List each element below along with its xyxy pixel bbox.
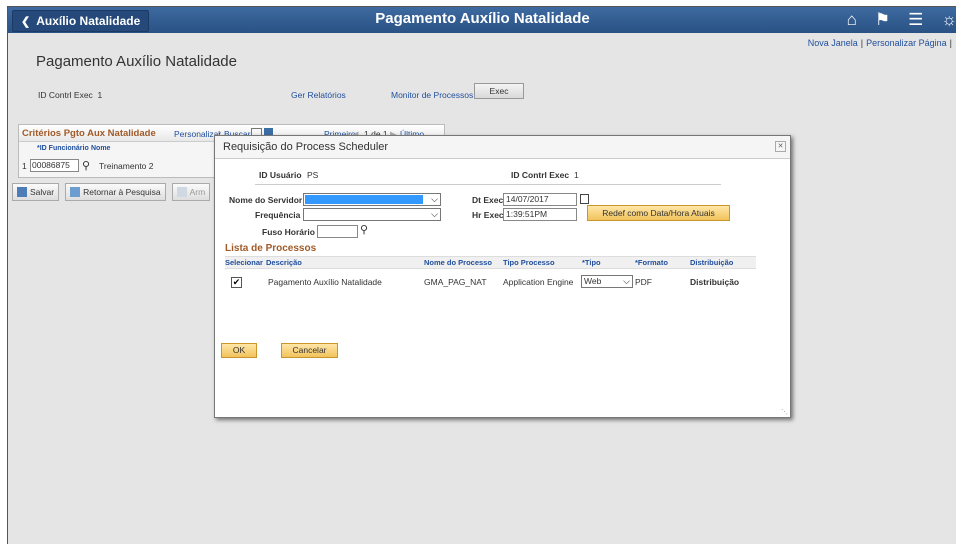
calendar-icon[interactable] (580, 194, 589, 204)
employee-name: Treinamento 2 (99, 161, 154, 171)
link-separator: | (949, 38, 952, 48)
notify-label: Arm (189, 186, 206, 197)
run-date-input[interactable]: 14/07/2017 (503, 193, 577, 206)
grid-row-number: 1 (22, 161, 27, 171)
process-scheduler-dialog: Requisição do Process Scheduler ✕ ID Usu… (214, 135, 791, 418)
top-banner: ❮ Auxílio Natalidade Pagamento Auxílio Na… (8, 7, 956, 33)
close-icon[interactable]: ✕ (775, 141, 786, 152)
ok-button[interactable]: OK (221, 343, 257, 358)
frequency-label: Frequência (255, 210, 301, 220)
server-label: Nome do Servidor (229, 195, 303, 205)
cancel-button[interactable]: Cancelar (281, 343, 338, 358)
resize-handle-icon[interactable]: ⋱ (781, 408, 788, 416)
divider (255, 184, 721, 185)
col-process-name: Nome do Processo (424, 258, 492, 267)
select-checkbox[interactable]: ✔ (231, 277, 242, 288)
col-format: *Formato (635, 258, 668, 267)
run-time-label: Hr Exec (472, 210, 504, 220)
user-id-value: PS (307, 170, 319, 180)
process-table-header: Selecionar Descrição Nome do Processo Ti… (225, 256, 756, 269)
flag-icon[interactable]: ⚑ (875, 7, 890, 33)
run-control-label: ID Contrl Exec 1 (38, 90, 102, 100)
distribution-link[interactable]: Distribuição (690, 277, 739, 287)
process-monitor-link[interactable]: Monitor de Processos (391, 90, 473, 100)
banner-actions: ⌂ ⚑ ☰ ☼ (829, 7, 956, 33)
page-title: Pagamento Auxílio Natalidade (36, 53, 237, 70)
col-distribution: Distribuição (690, 258, 734, 267)
grid-col-id: *ID Funcionário (37, 145, 89, 152)
output-format: PDF (635, 277, 652, 287)
process-list-title: Lista de Processos (225, 243, 317, 254)
return-icon (70, 187, 81, 197)
save-icon (17, 187, 27, 197)
grid-title: Critérios Pgto Aux Natalidade (22, 128, 156, 139)
notify-icon (176, 187, 187, 197)
top-links: Nova Janela | Personalizar Página | (808, 38, 955, 48)
output-type-select[interactable]: Web ⌵ (581, 275, 633, 288)
employee-id-input[interactable]: 00086875 (30, 159, 79, 172)
col-type: *Tipo (582, 258, 601, 267)
notify-button[interactable]: Arm (171, 183, 211, 201)
exec-button[interactable]: Exec (474, 83, 524, 99)
chevron-down-icon: ⌵ (623, 276, 630, 286)
col-description: Descrição (266, 258, 302, 267)
save-button[interactable]: Salvar (12, 183, 60, 201)
banner-title: Pagamento Auxílio Natalidade (375, 10, 590, 27)
timezone-input[interactable] (317, 225, 358, 238)
run-control-label-text: ID Contrl Exec (38, 90, 93, 100)
home-icon[interactable]: ⌂ (847, 7, 857, 33)
chevron-down-icon: ⌵ (431, 209, 438, 219)
run-control-id-label: ID Contrl Exec (511, 170, 570, 180)
run-date-label: Dt Exec (472, 195, 504, 205)
reset-datetime-button[interactable]: Redef como Data/Hora Atuais (587, 205, 730, 221)
output-type-value: Web (584, 276, 602, 286)
col-select: Selecionar (225, 258, 263, 267)
grid-col-name: Nome (91, 145, 111, 152)
chevron-down-icon: ⌵ (431, 194, 438, 204)
process-description: Pagamento Auxílio Natalidade (268, 277, 382, 287)
run-time-input[interactable]: 1:39:51PM (503, 208, 577, 221)
timezone-label: Fuso Horário (262, 227, 315, 237)
process-name: GMA_PAG_NAT (424, 277, 487, 287)
new-window-link[interactable]: Nova Janela (808, 38, 858, 48)
return-to-search-button[interactable]: Retornar à Pesquisa (65, 183, 166, 201)
return-label: Retornar à Pesquisa (83, 186, 161, 197)
compass-icon[interactable]: ☼ (941, 7, 956, 33)
server-select-highlight (305, 195, 423, 204)
dialog-titlebar: Requisição do Process Scheduler ✕ (215, 136, 790, 159)
link-separator: | (860, 38, 864, 48)
personalize-page-link[interactable]: Personalizar Página (866, 38, 947, 48)
process-type: Application Engine (503, 277, 574, 287)
server-select[interactable]: ⌵ (303, 193, 441, 206)
dialog-title: Requisição do Process Scheduler (223, 141, 389, 153)
search-icon[interactable]: ⚲ (82, 159, 90, 172)
save-label: Salvar (30, 186, 55, 197)
frequency-select[interactable]: ⌵ (303, 208, 441, 221)
reports-link[interactable]: Ger Relatórios (291, 90, 346, 100)
menu-icon[interactable]: ☰ (908, 7, 923, 33)
app-frame: ❮ Auxílio Natalidade Pagamento Auxílio Na… (7, 6, 956, 544)
col-process-type: Tipo Processo (503, 258, 555, 267)
run-control-value: 1 (97, 90, 103, 100)
page-toolbar: Salvar Retornar à Pesquisa Arm (12, 183, 211, 201)
run-control-id-value: 1 (574, 170, 579, 180)
user-id-label: ID Usuário (259, 170, 302, 180)
search-icon[interactable]: ⚲ (360, 223, 368, 236)
